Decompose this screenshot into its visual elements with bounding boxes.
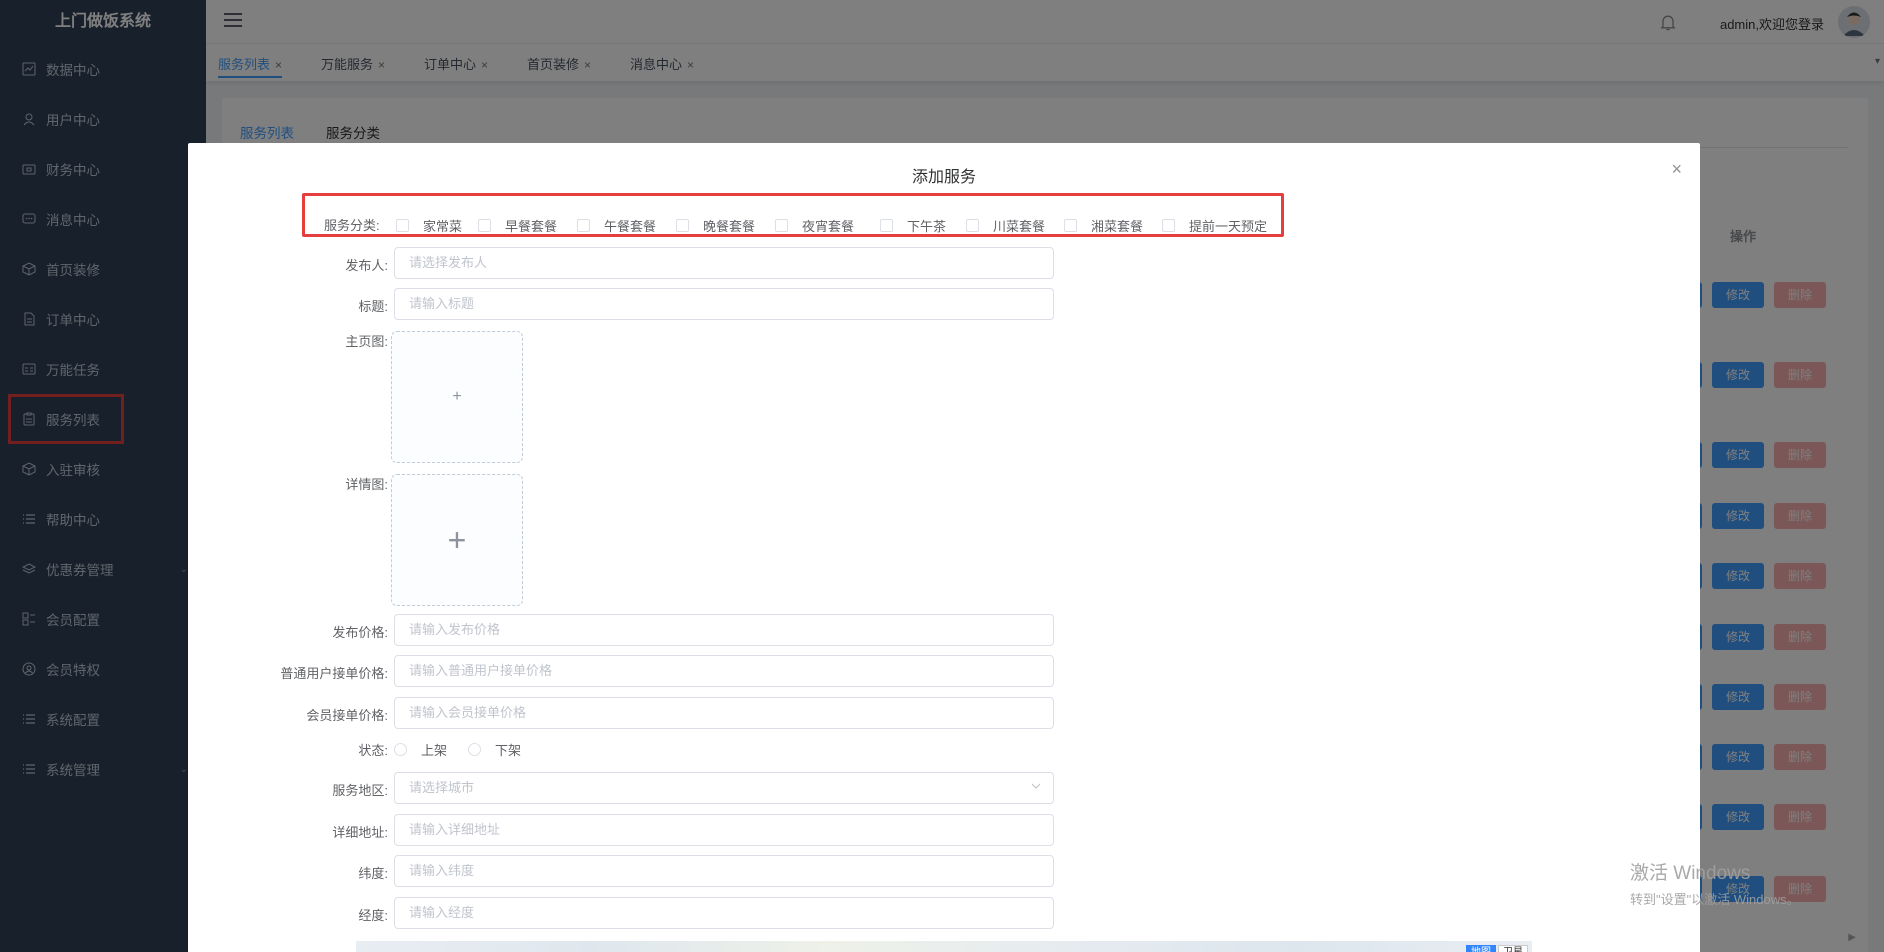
main-image-label: 主页图: <box>345 334 388 349</box>
plus-icon: + <box>447 521 467 558</box>
category-label: 下午茶 <box>907 219 947 234</box>
category-label: 川菜套餐 <box>993 219 1046 234</box>
category-label: 提前一天预定 <box>1189 219 1268 234</box>
checkbox-box <box>676 219 689 232</box>
category-checkbox[interactable]: 早餐套餐 <box>478 216 557 235</box>
region-placeholder: 请选择城市 <box>409 780 475 795</box>
price-label: 发布价格: <box>332 625 388 640</box>
radio-label: 上架 <box>421 743 448 758</box>
longitude-input[interactable]: 请输入经度 <box>394 897 1054 929</box>
category-label: 晚餐套餐 <box>703 219 756 234</box>
category-checkbox[interactable]: 晚餐套餐 <box>676 216 755 235</box>
checkbox-box <box>880 219 893 232</box>
checkbox-box <box>396 219 409 232</box>
publisher-select[interactable]: 请选择发布人 <box>394 247 1054 279</box>
category-label: 午餐套餐 <box>604 219 657 234</box>
category-label: 早餐套餐 <box>505 219 558 234</box>
category-label: 家常菜 <box>423 219 463 234</box>
checkbox-box <box>577 219 590 232</box>
price-input[interactable]: 请输入发布价格 <box>394 614 1054 646</box>
address-label: 详细地址: <box>332 825 388 840</box>
region-select[interactable]: 请选择城市 <box>394 772 1054 804</box>
app-root: 上门做饭系统 数据中心用户中心财务中心消息中心首页装修订单中心万能任务服务列表入… <box>0 0 1884 952</box>
dialog-title: 添加服务 <box>911 169 976 186</box>
map-preview[interactable]: 地图 卫星 <box>356 941 1532 952</box>
title-input[interactable]: 请输入标题 <box>394 288 1054 320</box>
chevron-down-icon <box>1031 783 1041 789</box>
main-image-upload[interactable]: + <box>391 331 523 463</box>
category-checkbox[interactable]: 湘菜套餐 <box>1064 216 1143 235</box>
close-icon[interactable]: × <box>1671 159 1682 180</box>
scroll-right-icon[interactable]: ▶ <box>1848 932 1856 943</box>
longitude-label: 经度: <box>358 908 388 923</box>
member-price-input[interactable]: 请输入会员接单价格 <box>394 697 1054 729</box>
radio-circle <box>468 743 481 756</box>
status-label: 状态: <box>358 743 388 758</box>
category-label: 夜宵套餐 <box>802 219 855 234</box>
windows-activation-watermark: 激活 Windows 转到"设置"以激活 Windows。 <box>1630 858 1800 908</box>
category-checkbox[interactable]: 午餐套餐 <box>577 216 656 235</box>
category-checkbox[interactable]: 家常菜 <box>396 216 462 235</box>
normal-price-label: 普通用户接单价格: <box>280 666 388 681</box>
publisher-label: 发布人: <box>345 258 388 273</box>
category-checkbox[interactable]: 提前一天预定 <box>1162 216 1267 235</box>
category-label: 湘菜套餐 <box>1091 219 1144 234</box>
detail-image-upload[interactable]: + <box>391 474 523 606</box>
checkbox-box <box>966 219 979 232</box>
category-checkbox[interactable]: 下午茶 <box>880 216 946 235</box>
latitude-input[interactable]: 请输入纬度 <box>394 855 1054 887</box>
category-checkbox[interactable]: 夜宵套餐 <box>775 216 854 235</box>
title-label: 标题: <box>358 299 388 314</box>
member-price-label: 会员接单价格: <box>306 708 388 723</box>
address-input[interactable]: 请输入详细地址 <box>394 814 1054 846</box>
plus-icon: + <box>452 388 462 405</box>
latitude-label: 纬度: <box>358 866 388 881</box>
status-radio-off[interactable]: 下架 <box>468 740 521 759</box>
map-type-satellite[interactable]: 卫星 <box>1498 945 1528 952</box>
map-type-switch: 地图 卫星 <box>1466 945 1528 952</box>
checkbox-box <box>1162 219 1175 232</box>
detail-image-label: 详情图: <box>345 477 388 492</box>
checkbox-box <box>775 219 788 232</box>
checkbox-box <box>478 219 491 232</box>
checkbox-box <box>1064 219 1077 232</box>
category-label: 服务分类: <box>324 218 380 233</box>
watermark-subtitle: 转到"设置"以激活 Windows。 <box>1630 892 1800 907</box>
region-label: 服务地区: <box>332 783 388 798</box>
normal-price-input[interactable]: 请输入普通用户接单价格 <box>394 655 1054 687</box>
category-checkbox[interactable]: 川菜套餐 <box>966 216 1045 235</box>
map-type-map[interactable]: 地图 <box>1466 945 1496 952</box>
add-service-dialog: 添加服务 × 服务分类: 家常菜 早餐套餐 午餐套餐 晚餐套餐 夜宵套餐 下午茶 川菜套餐 湘… <box>188 143 1700 952</box>
status-radio-on[interactable]: 上架 <box>394 740 447 759</box>
watermark-title: 激活 Windows <box>1630 863 1751 884</box>
radio-circle <box>394 743 407 756</box>
radio-label: 下架 <box>495 743 522 758</box>
